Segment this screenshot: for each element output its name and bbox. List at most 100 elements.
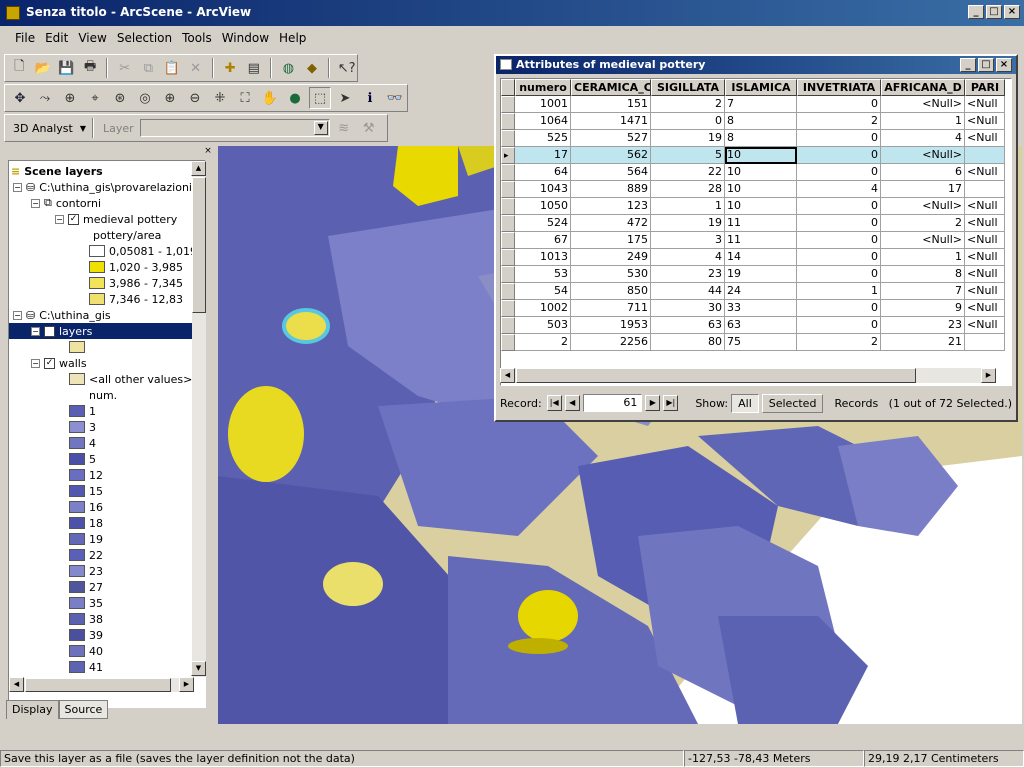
table-cell[interactable]: 33 (725, 300, 797, 317)
collapse-icon[interactable]: − (31, 198, 40, 208)
table-cell[interactable]: <Null (965, 232, 1005, 249)
row-selector[interactable] (501, 283, 515, 300)
table-cell[interactable]: 22 (651, 164, 725, 181)
collapse-icon[interactable]: − (13, 182, 22, 192)
column-header[interactable]: INVETRIATA (797, 79, 881, 96)
table-cell[interactable]: 0 (797, 266, 881, 283)
table-cell[interactable]: 0 (651, 113, 725, 130)
table-cell[interactable]: 1064 (515, 113, 571, 130)
table-cell[interactable]: 44 (651, 283, 725, 300)
table-cell[interactable]: 24 (725, 283, 797, 300)
table-cell[interactable]: 564 (571, 164, 651, 181)
table-cell[interactable]: 8 (725, 113, 797, 130)
table-cell[interactable]: 7 (725, 96, 797, 113)
table-row[interactable]: 1001 151 2 7 0 <Null> <Null (501, 96, 1011, 113)
scroll-thumb[interactable] (25, 678, 171, 692)
table-cell[interactable]: 14 (725, 249, 797, 266)
table-cell[interactable]: <Null> (881, 147, 965, 164)
table-cell[interactable]: 1 (651, 198, 725, 215)
select-elements-icon[interactable]: ➤ (334, 87, 356, 109)
table-cell[interactable]: 11 (725, 232, 797, 249)
close-button[interactable]: × (996, 58, 1012, 72)
table-cell[interactable]: 2 (881, 215, 965, 232)
table-horizontal-scrollbar[interactable]: ◀ ▶ (500, 368, 996, 383)
table-cell[interactable]: 21 (881, 334, 965, 351)
row-selector[interactable] (501, 215, 515, 232)
cut-icon[interactable]: ✂ (114, 57, 135, 79)
navigate-icon[interactable]: ✥ (9, 87, 31, 109)
table-cell[interactable]: 0 (797, 147, 881, 164)
table-cell[interactable]: 503 (515, 317, 571, 334)
table-cell[interactable]: <Null (965, 215, 1005, 232)
row-selector[interactable] (501, 317, 515, 334)
toc-horizontal-scrollbar[interactable]: ◀ ▶ (9, 677, 194, 692)
table-cell[interactable]: 525 (515, 130, 571, 147)
scroll-down-button[interactable]: ▼ (191, 661, 206, 676)
pan-icon[interactable]: ✋ (259, 87, 281, 109)
table-cell[interactable]: 75 (725, 334, 797, 351)
table-cell[interactable]: 28 (651, 181, 725, 198)
print-icon[interactable]: 🖶 (80, 57, 101, 79)
table-row[interactable]: 1002 711 30 33 0 9 <Null (501, 300, 1011, 317)
table-cell[interactable]: 30 (651, 300, 725, 317)
table-cell[interactable] (965, 147, 1005, 164)
table-row[interactable]: 64 564 22 10 0 6 <Null (501, 164, 1011, 181)
table-cell[interactable]: 0 (797, 164, 881, 181)
globe-icon[interactable]: ◍ (278, 57, 299, 79)
observer-icon[interactable]: ◎ (134, 87, 156, 109)
zoom-out-icon[interactable]: ⊖ (184, 87, 206, 109)
tab-display[interactable]: Display (6, 700, 59, 719)
table-cell[interactable]: 7 (881, 283, 965, 300)
table-cell[interactable]: <Null (965, 198, 1005, 215)
table-cell[interactable]: 0 (797, 249, 881, 266)
scroll-thumb[interactable] (192, 177, 206, 313)
table-cell[interactable]: 53 (515, 266, 571, 283)
table-cell[interactable]: 524 (515, 215, 571, 232)
table-cell[interactable]: 23 (651, 266, 725, 283)
minimize-button[interactable]: _ (968, 5, 984, 19)
table-cell[interactable]: 4 (881, 130, 965, 147)
table-cell[interactable]: 10 (725, 164, 797, 181)
pottery-visibility-checkbox[interactable]: ✓ (68, 213, 79, 225)
table-cell[interactable]: <Null (965, 96, 1005, 113)
table-row[interactable]: 67 175 3 11 0 <Null> <Null (501, 232, 1011, 249)
row-selector[interactable]: ▸ (501, 147, 515, 164)
table-cell[interactable]: 5 (651, 147, 725, 164)
show-all-button[interactable]: All (731, 393, 759, 413)
row-selector[interactable] (501, 334, 515, 351)
table-row[interactable]: 1043 889 28 10 4 17 (501, 181, 1011, 198)
animation-icon[interactable]: ◆ (302, 57, 323, 79)
zoom-in-icon[interactable]: ⊕ (159, 87, 181, 109)
table-cell[interactable]: 472 (571, 215, 651, 232)
table-cell[interactable]: 0 (797, 232, 881, 249)
table-cell[interactable]: 17 (881, 181, 965, 198)
row-selector[interactable] (501, 266, 515, 283)
table-cell[interactable]: 1 (881, 249, 965, 266)
group-path-1[interactable]: C:\uthina_gis\provarelazioni. (39, 181, 195, 194)
row-selector[interactable] (501, 113, 515, 130)
open-icon[interactable]: 📂 (33, 57, 54, 79)
table-cell[interactable]: 0 (797, 215, 881, 232)
menu-edit[interactable]: Edit (40, 28, 73, 50)
table-cell[interactable]: <Null (965, 249, 1005, 266)
table-cell[interactable]: <Null (965, 266, 1005, 283)
table-cell[interactable]: 2 (515, 334, 571, 351)
table-cell[interactable]: 10 (725, 147, 797, 164)
table-cell[interactable]: 63 (725, 317, 797, 334)
table-cell[interactable]: 1050 (515, 198, 571, 215)
table-cell[interactable]: 4 (651, 249, 725, 266)
table-cell[interactable]: 9 (881, 300, 965, 317)
menu-tools[interactable]: Tools (177, 28, 217, 50)
add-data-icon[interactable]: ✚ (220, 57, 241, 79)
table-cell[interactable]: 249 (571, 249, 651, 266)
table-cell[interactable]: 1043 (515, 181, 571, 198)
collapse-icon[interactable]: − (31, 358, 40, 368)
layers-visibility-checkbox[interactable]: ✓ (44, 325, 55, 337)
column-header[interactable]: CERAMICA_C (571, 79, 651, 96)
toc-item-contorni[interactable]: contorni (56, 197, 101, 210)
table-cell[interactable]: 4 (797, 181, 881, 198)
scroll-up-button[interactable]: ▲ (191, 161, 206, 176)
table-cell[interactable]: 1002 (515, 300, 571, 317)
full-extent-icon[interactable]: ⛶ (234, 87, 256, 109)
collapse-icon[interactable]: − (55, 214, 64, 224)
